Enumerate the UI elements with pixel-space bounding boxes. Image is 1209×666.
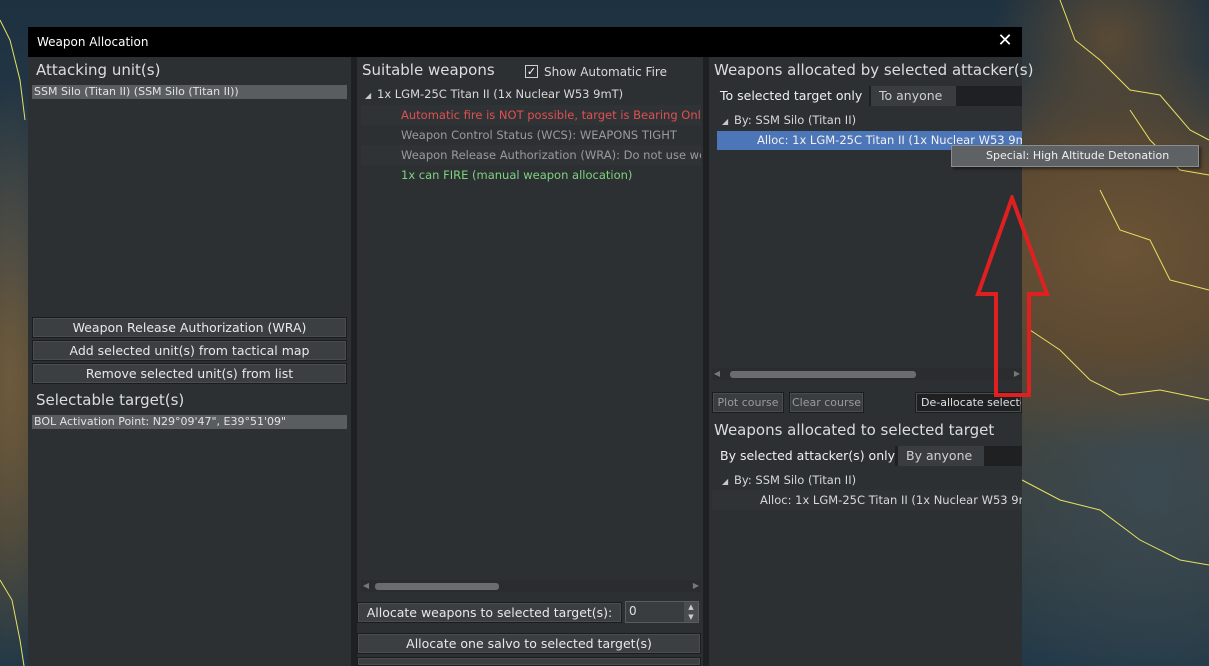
collapse-triangle-icon[interactable]: ◢ (365, 87, 377, 103)
close-icon[interactable]: ✕ (994, 30, 1016, 52)
window-title: Weapon Allocation (37, 35, 149, 49)
tab-by-anyone[interactable]: By anyone (898, 446, 984, 466)
clear-course-button[interactable]: Clear course (789, 392, 864, 413)
tab-to-selected-target[interactable]: To selected target only (712, 86, 869, 106)
attacking-panel: Attacking unit(s) SSM Silo (Titan II) (S… (28, 57, 351, 666)
weapon-status-line[interactable]: Automatic fire is NOT possible, target i… (401, 106, 701, 124)
target-row[interactable]: BOL Activation Point: N29°09'47", E39°51… (32, 415, 347, 429)
weapon-status-line[interactable]: Weapon Control Status (WCS): WEAPONS TIG… (401, 126, 701, 144)
stepper-up-icon[interactable]: ▲ (684, 602, 698, 612)
attacking-unit-row[interactable]: SSM Silo (Titan II) (SSM Silo (Titan II)… (32, 85, 347, 99)
scroll-left-icon[interactable]: ◀ (712, 368, 722, 380)
context-menu-high-altitude[interactable]: Special: High Altitude Detonation (951, 145, 1199, 167)
weapons-hscrollbar[interactable]: ◀ ▶ (361, 580, 701, 592)
attacker-group-node[interactable]: ◢ By: SSM Silo (Titan II) (722, 111, 856, 129)
collapse-triangle-icon[interactable]: ◢ (722, 113, 734, 129)
show-auto-fire-checkbox[interactable]: ✓ (525, 65, 538, 78)
show-auto-fire-label: Show Automatic Fire (544, 65, 667, 79)
allocate-quantity-stepper[interactable]: 0 ▲ ▼ (625, 601, 699, 623)
allocate-salvo-button[interactable]: Allocate one salvo to selected target(s) (357, 633, 701, 654)
tab-to-anyone[interactable]: To anyone (871, 86, 956, 106)
weapon-status-line[interactable]: 1x can FIRE (manual weapon allocation) (401, 166, 701, 184)
scroll-left-icon[interactable]: ◀ (361, 580, 371, 592)
scrollbar-thumb[interactable] (730, 371, 916, 378)
to-target-heading: Weapons allocated to selected target (714, 421, 995, 439)
target-group-node[interactable]: ◢ By: SSM Silo (Titan II) (722, 471, 856, 489)
by-attacker-heading: Weapons allocated by selected attacker(s… (714, 61, 1034, 79)
target-group-label: By: SSM Silo (Titan II) (734, 473, 857, 487)
stepper-down-icon[interactable]: ▼ (684, 612, 698, 622)
collapse-triangle-icon[interactable]: ◢ (722, 473, 734, 489)
weapons-panel: Suitable weapons ✓ Show Automatic Fire ◢… (357, 57, 703, 666)
weapon-allocation-dialog: Weapon Allocation ✕ Attacking unit(s) SS… (28, 27, 1033, 666)
weapon-root-label: 1x LGM-25C Titan II (1x Nuclear W53 9mT) (377, 87, 624, 101)
scroll-right-icon[interactable]: ▶ (691, 580, 701, 592)
by-attacker-tabs: To selected target only To anyone (712, 86, 1022, 106)
red-arrow-annotation (975, 195, 1050, 397)
weapon-status-line[interactable]: Weapon Release Authorization (WRA): Do n… (401, 146, 701, 164)
weapons-heading: Suitable weapons (362, 61, 495, 79)
allocate-quantity-value[interactable]: 0 (629, 604, 637, 618)
attacking-heading: Attacking unit(s) (36, 61, 161, 79)
wra-button[interactable]: Weapon Release Authorization (WRA) (32, 317, 347, 338)
target-alloc-label[interactable]: Alloc: 1x LGM-25C Titan II (1x Nuclear W… (760, 491, 1022, 509)
partial-button[interactable] (357, 657, 701, 666)
plot-course-button[interactable]: Plot course (712, 392, 784, 413)
to-target-tabs: By selected attacker(s) only By anyone (712, 446, 1022, 466)
attacker-group-label: By: SSM Silo (Titan II) (734, 113, 857, 127)
title-bar[interactable]: Weapon Allocation ✕ (28, 27, 1022, 57)
tab-by-selected-attacker[interactable]: By selected attacker(s) only (712, 446, 895, 466)
scrollbar-thumb[interactable] (375, 583, 499, 590)
remove-units-button[interactable]: Remove selected unit(s) from list (32, 363, 347, 384)
weapon-tree-root[interactable]: ◢ 1x LGM-25C Titan II (1x Nuclear W53 9mT… (365, 85, 701, 103)
allocate-weapons-button[interactable]: Allocate weapons to selected target(s): (357, 602, 622, 623)
targets-heading: Selectable target(s) (36, 391, 185, 409)
add-units-button[interactable]: Add selected unit(s) from tactical map (32, 340, 347, 361)
